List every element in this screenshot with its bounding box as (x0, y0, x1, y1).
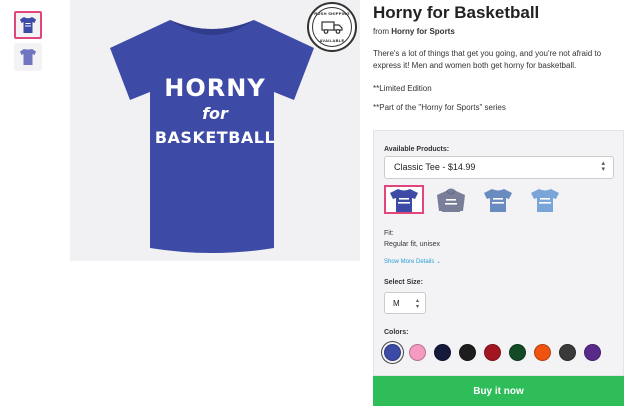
color-swatch[interactable] (434, 344, 451, 361)
heather-tee-icon (484, 188, 512, 212)
size-value: M (393, 299, 400, 308)
color-swatch[interactable] (584, 344, 601, 361)
color-swatch[interactable] (409, 344, 426, 361)
color-swatch[interactable] (459, 344, 476, 361)
product-select[interactable]: Classic Tee - $14.99 ▴ ▾ (384, 156, 614, 179)
tshirt-front-icon (20, 17, 36, 33)
light-tee-icon (531, 188, 559, 212)
show-more-label: Show More Details (384, 259, 435, 265)
badge-top-text: RUSH SHIPPING (314, 11, 350, 16)
fit-value: Regular fit, unisex (384, 241, 441, 248)
options-panel: Available Products: Classic Tee - $14.99… (373, 130, 624, 376)
size-select[interactable]: M ▴ ▾ (384, 292, 426, 314)
design-line-1: HORNY (164, 74, 266, 102)
show-more-details-link[interactable]: Show More Details ⌄ (384, 258, 441, 265)
size-label: Select Size: (384, 279, 423, 286)
tshirt-back-icon (20, 49, 36, 65)
thumbnail-front[interactable] (14, 11, 42, 39)
select-caret-icon: ▴ ▾ (601, 160, 605, 173)
from-prefix: from (373, 27, 389, 36)
chevron-down-icon: ⌄ (436, 259, 442, 265)
color-swatch[interactable] (534, 344, 551, 361)
color-swatch[interactable] (384, 344, 401, 361)
select-caret-icon: ▴ ▾ (415, 298, 419, 310)
color-swatch-list (384, 344, 601, 361)
design-line-3: BASKETBALL (154, 128, 276, 147)
product-title: Horny for Basketball (373, 3, 540, 22)
products-label: Available Products: (384, 146, 450, 153)
product-type-list (384, 185, 565, 214)
color-swatch[interactable] (559, 344, 576, 361)
store-link[interactable]: Horny for Sports (391, 27, 455, 36)
product-option-tee-light[interactable] (525, 185, 565, 214)
colors-label: Colors: (384, 329, 409, 336)
product-info: Horny for Basketball from Horny for Spor… (373, 0, 624, 125)
classic-tee-icon (390, 188, 418, 212)
description-line: **Limited Edition (373, 84, 432, 93)
product-image: HORNY for BASKETBALL RUSH SHIPPING AVAIL… (70, 0, 360, 261)
product-option-tee-heather[interactable] (478, 185, 518, 214)
thumbnail-list (14, 11, 42, 75)
truck-icon (321, 21, 343, 34)
thumbnail-back[interactable] (14, 43, 42, 71)
color-swatch[interactable] (509, 344, 526, 361)
product-option-classic-tee[interactable] (384, 185, 424, 214)
badge-bottom-text: AVAILABLE (319, 38, 345, 43)
color-swatch[interactable] (484, 344, 501, 361)
buy-it-now-button[interactable]: Buy it now (373, 376, 624, 406)
description-paragraph: There's a lot of things that get you goi… (373, 49, 602, 70)
product-description: There's a lot of things that get you goi… (373, 48, 621, 114)
product-select-value: Classic Tee - $14.99 (394, 162, 476, 172)
description-line: **Part of the "Horny for Sports" series (373, 103, 506, 112)
fit-label: Fit: (384, 230, 394, 237)
rush-shipping-badge: RUSH SHIPPING AVAILABLE (307, 2, 357, 52)
hoodie-icon (437, 188, 465, 212)
store-line: from Horny for Sports (373, 27, 624, 36)
design-line-2: for (202, 104, 228, 123)
product-option-hoodie[interactable] (431, 185, 471, 214)
